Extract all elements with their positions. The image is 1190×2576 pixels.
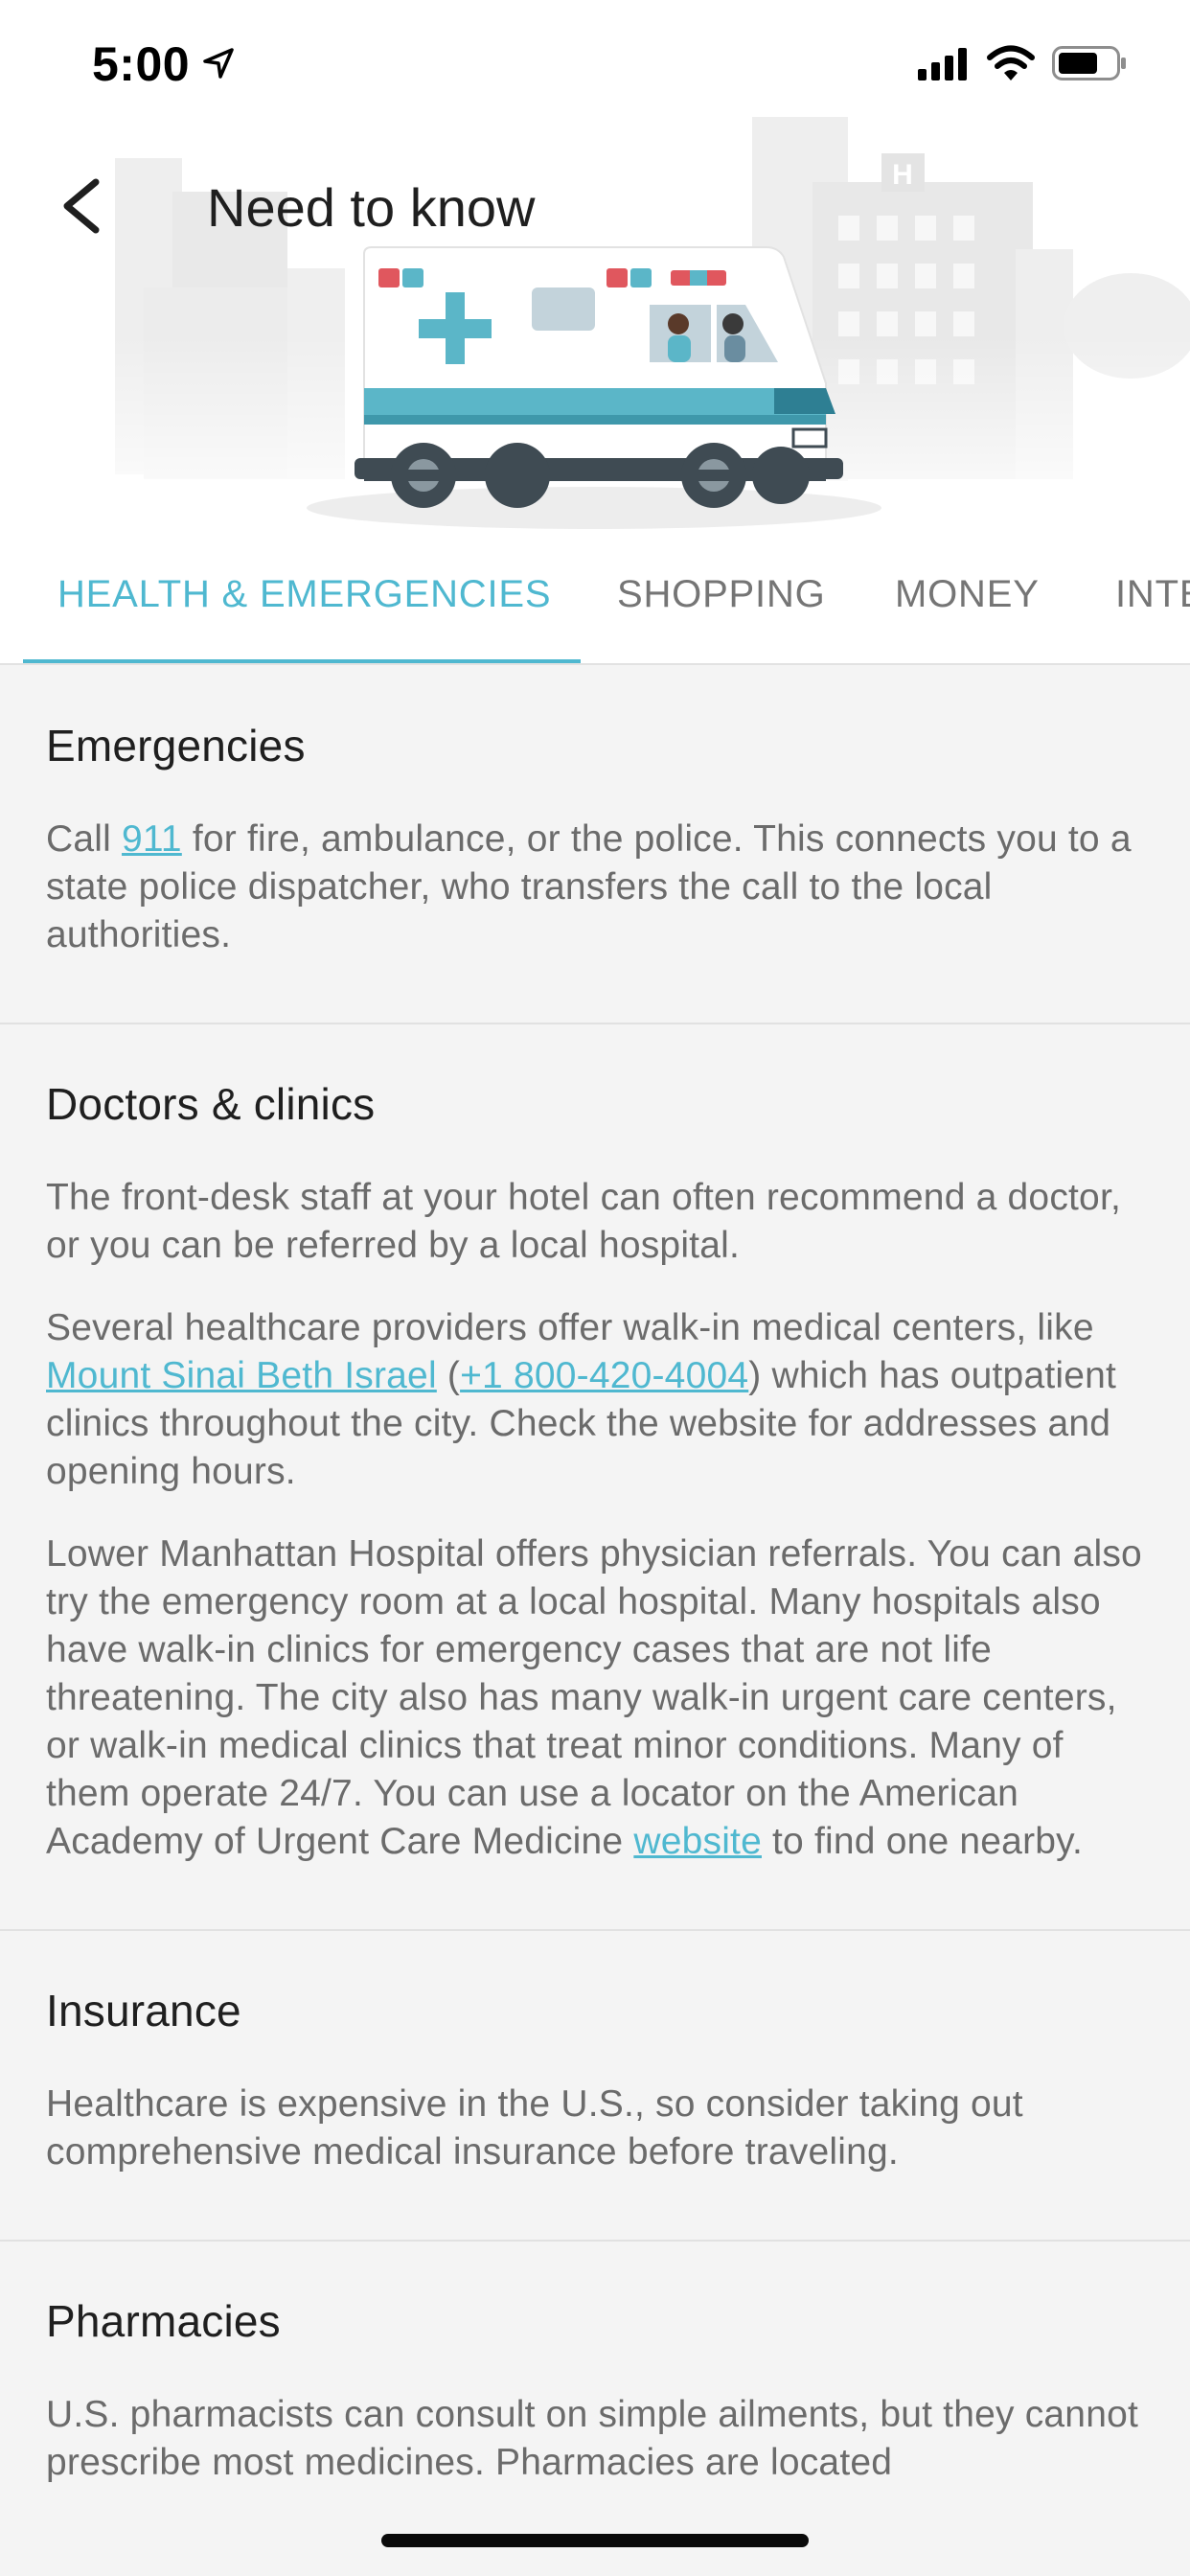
phone-link-911[interactable]: 911 bbox=[122, 818, 182, 860]
link-mount-sinai[interactable]: Mount Sinai Beth Israel bbox=[46, 1355, 437, 1396]
text-run: ( bbox=[436, 1355, 461, 1396]
text-run: for fire, ambulance, or the police. This… bbox=[46, 818, 1132, 955]
status-bar: 5:00 bbox=[0, 0, 1190, 125]
section-title: Doctors & clinics bbox=[46, 1079, 376, 1129]
ambulance-illustration: H bbox=[0, 117, 1190, 537]
text-run: Lower Manhattan Hospital offers physicia… bbox=[46, 1533, 1142, 1862]
tab-shopping[interactable]: SHOPPING bbox=[617, 573, 826, 616]
section-pharmacies: Pharmacies U.S. pharmacists can consult … bbox=[0, 2242, 1190, 2550]
phone-link-mount-sinai[interactable]: +1 800-420-4004 bbox=[460, 1355, 748, 1396]
section-paragraph: Call 911 for fire, ambulance, or the pol… bbox=[46, 816, 1144, 959]
page-title: Need to know bbox=[207, 177, 536, 238]
section-paragraph: The front-desk staff at your hotel can o… bbox=[46, 1177, 1122, 1266]
battery-icon bbox=[1052, 46, 1126, 80]
content: Emergencies Call 911 for fire, ambulance… bbox=[0, 666, 1190, 2550]
section-title: Pharmacies bbox=[46, 2296, 281, 2346]
section-title: Insurance bbox=[46, 1986, 241, 2036]
text-run: Call bbox=[46, 818, 123, 860]
section-paragraph: Lower Manhattan Hospital offers physicia… bbox=[46, 1530, 1144, 1866]
active-tab-indicator bbox=[23, 659, 581, 663]
home-indicator[interactable] bbox=[381, 2534, 809, 2547]
tab-internet[interactable]: INTERNET bbox=[1115, 573, 1190, 616]
section-title: Emergencies bbox=[46, 721, 306, 770]
link-aaucm-website[interactable]: website bbox=[633, 1821, 762, 1862]
section-doctors-clinics: Doctors & clinics The front-desk staff a… bbox=[0, 1024, 1190, 1931]
svg-text:H: H bbox=[892, 159, 913, 191]
location-arrow-icon bbox=[203, 48, 234, 79]
section-paragraph: Several healthcare providers offer walk-… bbox=[46, 1304, 1144, 1496]
section-insurance: Insurance Healthcare is expensive in the… bbox=[0, 1931, 1190, 2242]
back-arrow-icon[interactable] bbox=[44, 163, 121, 249]
section-paragraph: U.S. pharmacists can consult on simple a… bbox=[46, 2394, 1139, 2483]
section-paragraph: Healthcare is expensive in the U.S., so … bbox=[46, 2083, 1023, 2173]
section-emergencies: Emergencies Call 911 for fire, ambulance… bbox=[0, 666, 1190, 1024]
category-tabs: HEALTH & EMERGENCIES SHOPPING MONEY INTE… bbox=[0, 537, 1190, 665]
cellular-signal-icon bbox=[918, 48, 967, 80]
tab-health-emergencies[interactable]: HEALTH & EMERGENCIES bbox=[57, 573, 551, 616]
header: H 5:00 Need to know bbox=[0, 0, 1190, 537]
text-run: to find one nearby. bbox=[761, 1821, 1083, 1862]
tab-money[interactable]: MONEY bbox=[895, 573, 1040, 616]
wifi-icon bbox=[987, 45, 1035, 80]
status-time: 5:00 bbox=[92, 37, 191, 91]
text-run: Several healthcare providers offer walk-… bbox=[46, 1307, 1094, 1348]
